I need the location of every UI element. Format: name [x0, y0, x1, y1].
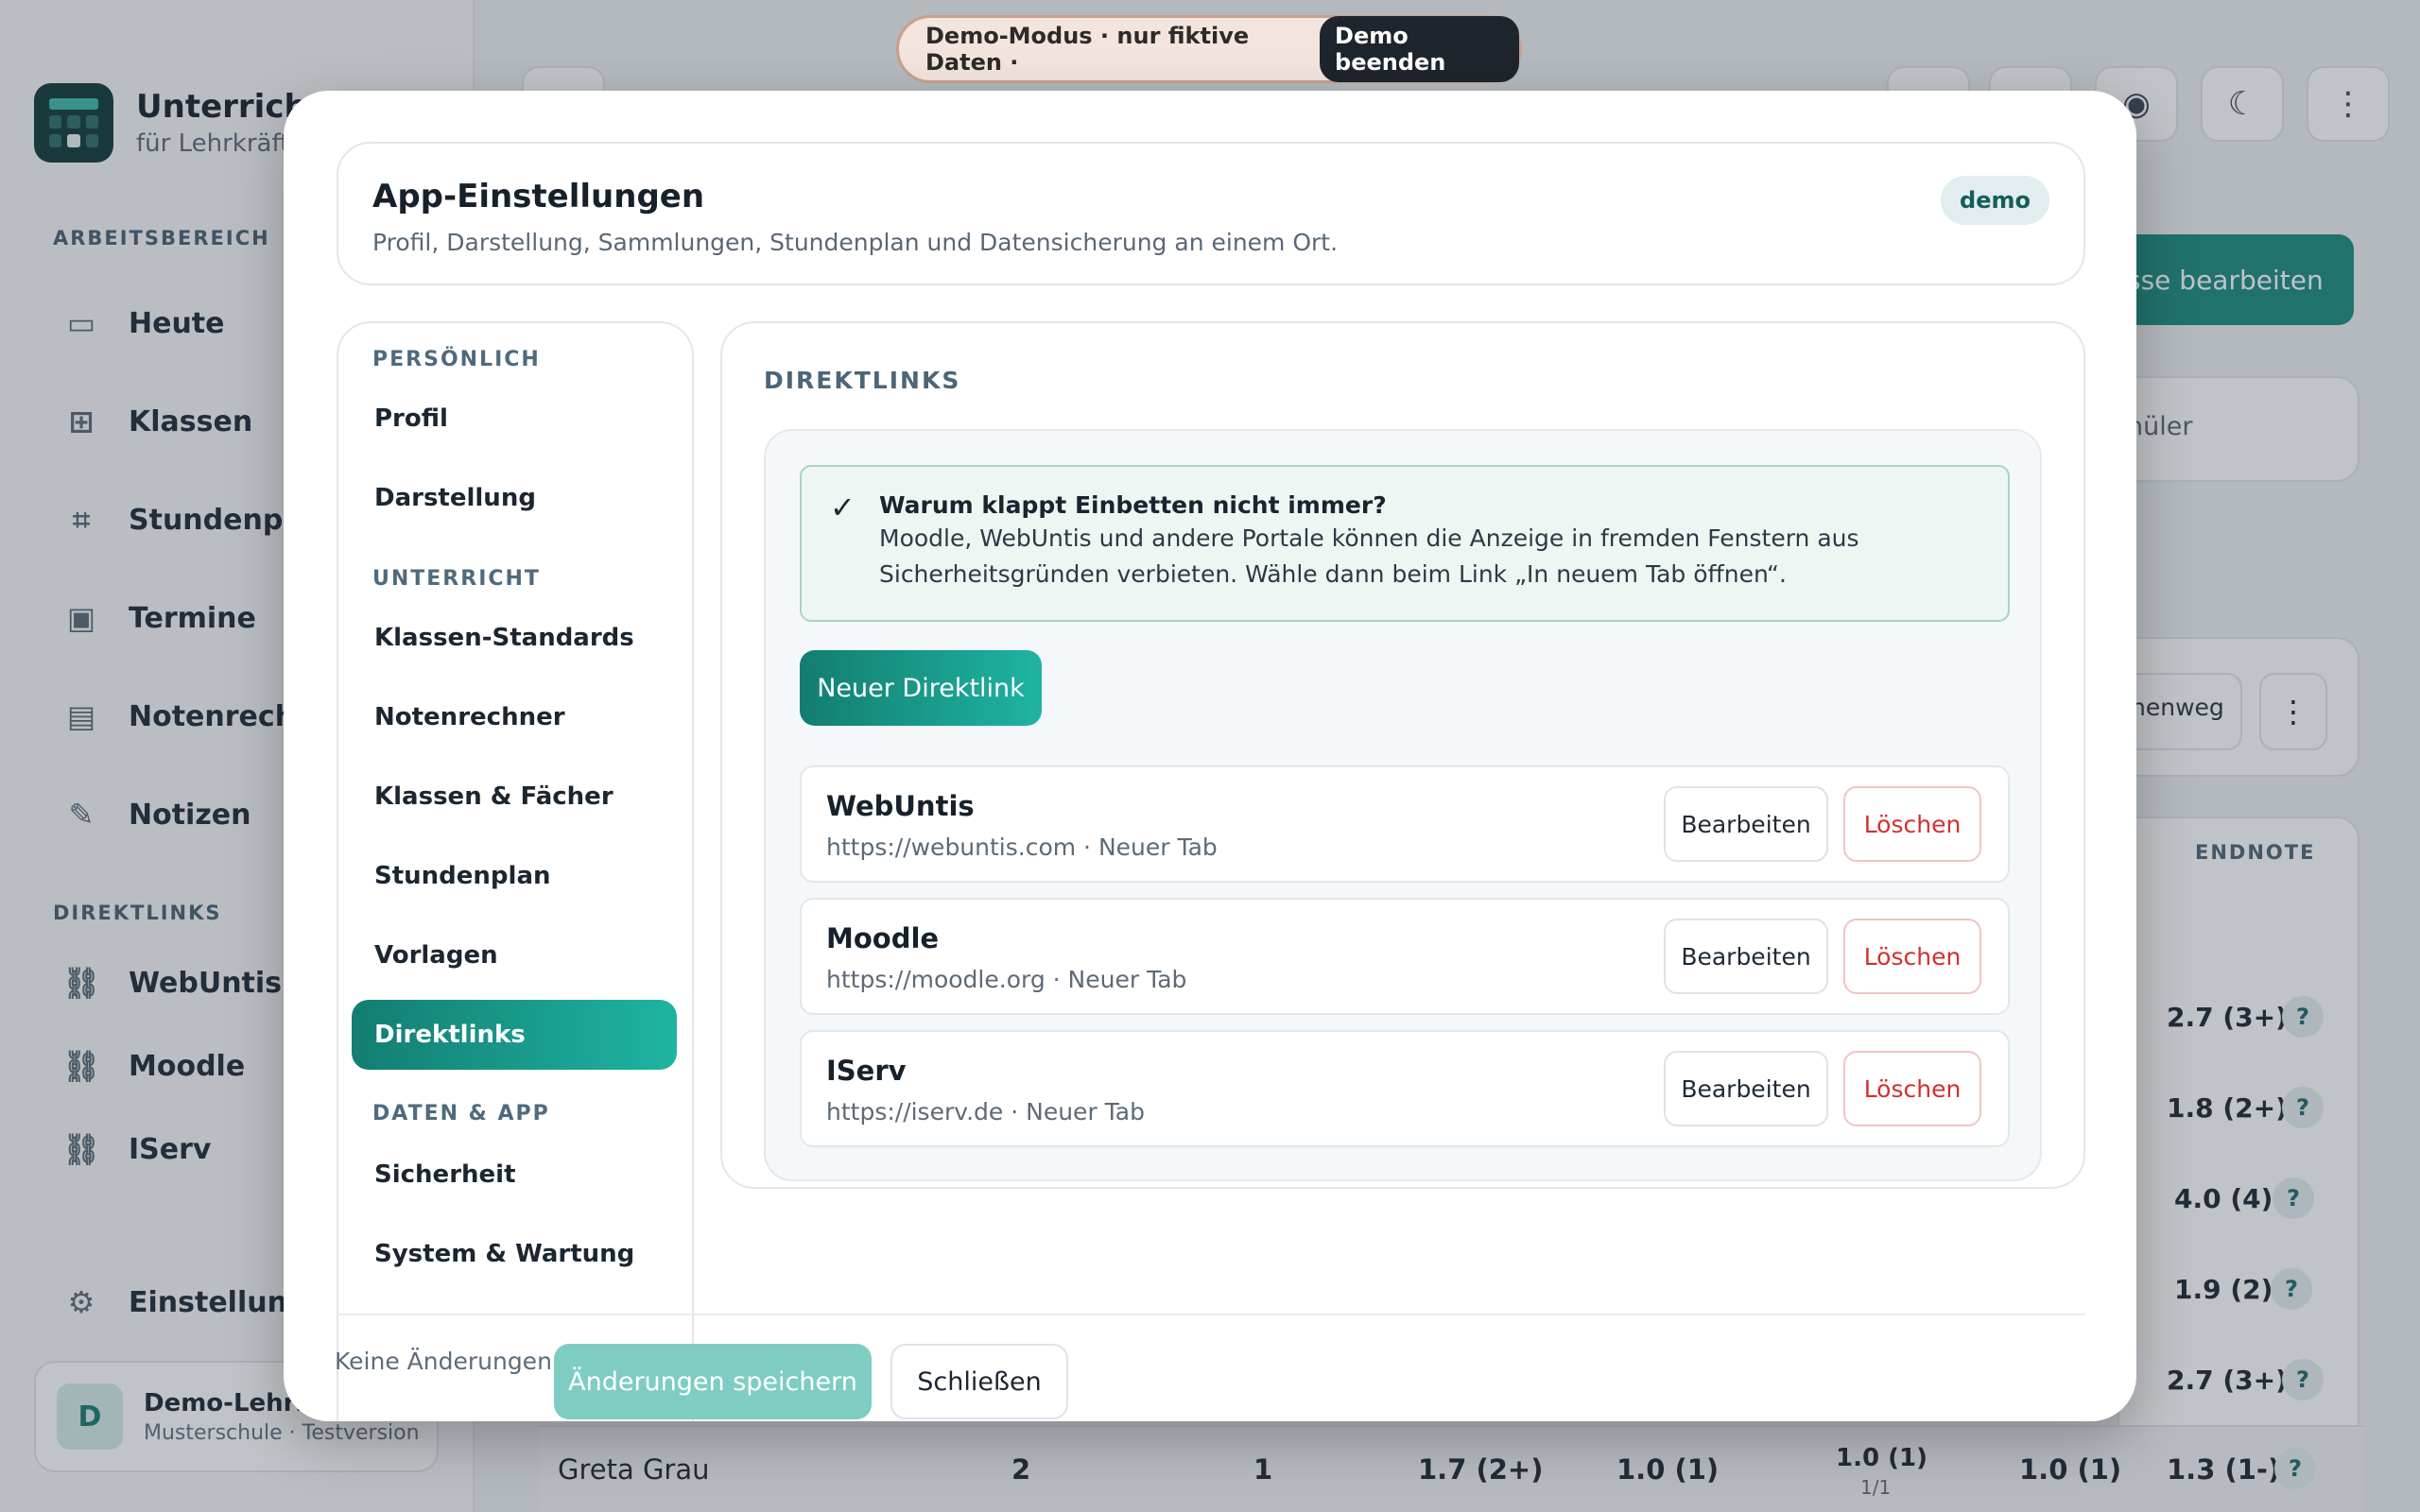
delete-link-button[interactable]: Löschen [1843, 919, 1981, 994]
edit-link-button[interactable]: Bearbeiten [1664, 919, 1828, 994]
info-notice: ✓ Warum klappt Einbetten nicht immer? Mo… [800, 465, 2010, 622]
end-demo-button[interactable]: Demo beenden [1320, 16, 1519, 82]
delete-link-button[interactable]: Löschen [1843, 1051, 1981, 1126]
nav-item-profil[interactable]: Profil [352, 384, 677, 454]
nav-item-direktlinks[interactable]: Direktlinks [352, 1000, 677, 1070]
nav-section-teaching: UNTERRICHT [372, 567, 541, 591]
delete-link-button[interactable]: Löschen [1843, 786, 1981, 862]
notice-line: Moodle, WebUntis und andere Portale könn… [879, 524, 1859, 552]
settings-modal: App-Einstellungen Profil, Darstellung, S… [284, 91, 2136, 1421]
close-button[interactable]: Schließen [890, 1344, 1068, 1419]
section-title: DIREKTLINKS [764, 367, 961, 394]
nav-item-sicherheit[interactable]: Sicherheit [352, 1140, 677, 1210]
nav-section-personal: PERSÖNLICH [372, 348, 541, 371]
notice-body: Moodle, WebUntis und andere Portale könn… [879, 521, 1979, 593]
link-meta: https://webuntis.com · Neuer Tab [826, 833, 1218, 861]
nav-item-system-wartung[interactable]: System & Wartung [352, 1219, 677, 1289]
link-name: Moodle [826, 922, 940, 954]
footer-divider [337, 1314, 2085, 1315]
modal-subtitle: Profil, Darstellung, Sammlungen, Stunden… [372, 229, 1339, 256]
link-name: IServ [826, 1055, 907, 1087]
nav-item-darstellung[interactable]: Darstellung [352, 463, 677, 533]
direktlinks-container: ✓ Warum klappt Einbetten nicht immer? Mo… [764, 429, 2042, 1181]
nav-item-klassen-faecher[interactable]: Klassen & Fächer [352, 762, 677, 832]
edit-link-button[interactable]: Bearbeiten [1664, 786, 1828, 862]
list-item: WebUntis https://webuntis.com · Neuer Ta… [800, 765, 2010, 883]
nav-item-stundenplan[interactable]: Stundenplan [352, 841, 677, 911]
modal-title: App-Einstellungen [372, 178, 705, 215]
notice-line: Sicherheitsgründen verbieten. Wähle dann… [879, 560, 1787, 588]
settings-nav: PERSÖNLICH Profil Darstellung UNTERRICHT… [337, 321, 694, 1421]
link-meta: https://iserv.de · Neuer Tab [826, 1098, 1145, 1125]
nav-item-notenrechner[interactable]: Notenrechner [352, 682, 677, 752]
modal-header: App-Einstellungen Profil, Darstellung, S… [337, 142, 2085, 285]
nav-item-vorlagen[interactable]: Vorlagen [352, 920, 677, 990]
list-item: IServ https://iserv.de · Neuer Tab Bearb… [800, 1030, 2010, 1147]
edit-link-button[interactable]: Bearbeiten [1664, 1051, 1828, 1126]
link-name: WebUntis [826, 790, 975, 822]
demo-banner-text: Demo-Modus · nur fiktive Daten · [925, 23, 1250, 76]
nav-section-data: DATEN & APP [372, 1102, 550, 1125]
direktlinks-panel: DIREKTLINKS ✓ Warum klappt Einbetten nic… [720, 321, 2085, 1189]
notice-title: Warum klappt Einbetten nicht immer? [879, 491, 1387, 519]
new-direktlink-button[interactable]: Neuer Direktlink [800, 650, 1042, 726]
list-item: Moodle https://moodle.org · Neuer Tab Be… [800, 898, 2010, 1015]
save-status: Keine Änderungen [335, 1348, 552, 1375]
nav-item-klassen-standards[interactable]: Klassen-Standards [352, 603, 677, 673]
link-meta: https://moodle.org · Neuer Tab [826, 966, 1187, 993]
check-icon: ✓ [830, 490, 856, 525]
demo-badge: demo [1941, 176, 2049, 225]
save-changes-button[interactable]: Änderungen speichern [554, 1344, 872, 1419]
demo-banner: Demo-Modus · nur fiktive Daten · Demo be… [896, 15, 1522, 83]
